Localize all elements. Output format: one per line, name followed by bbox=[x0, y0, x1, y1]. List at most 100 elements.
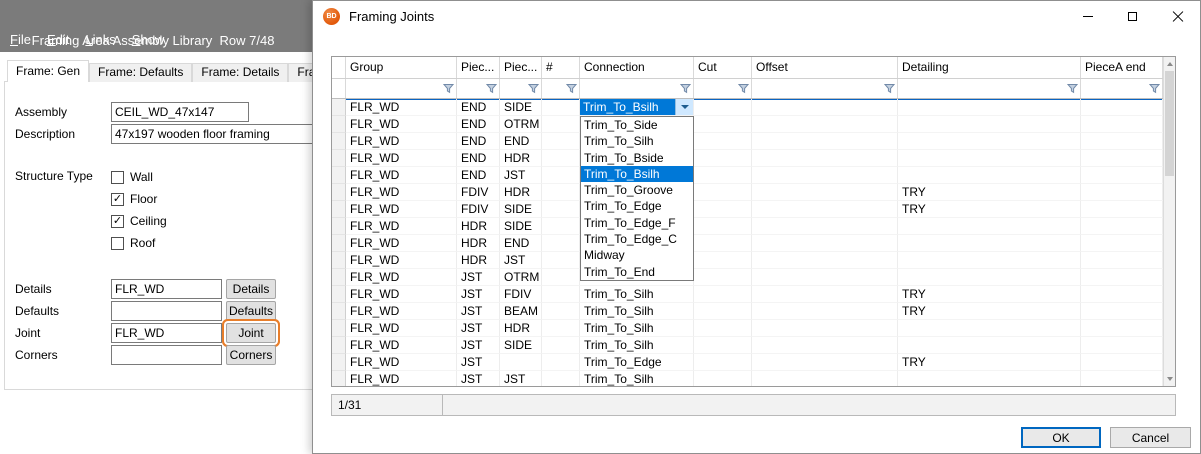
menu-item-file[interactable]: File bbox=[2, 32, 39, 47]
connection-combobox[interactable]: Trim_To_Bsilh bbox=[580, 99, 694, 116]
cell-piece2[interactable]: SIDE bbox=[500, 201, 542, 218]
details-input[interactable] bbox=[111, 279, 222, 299]
filter-cell-cut[interactable] bbox=[694, 79, 752, 98]
vertical-scrollbar[interactable] bbox=[1163, 57, 1175, 386]
cell-group[interactable]: FLR_WD bbox=[346, 218, 457, 235]
cell-piecea-end[interactable] bbox=[1081, 303, 1163, 320]
row-header[interactable] bbox=[332, 116, 346, 133]
filter-cell-piece2[interactable] bbox=[500, 79, 542, 98]
cell-connection[interactable]: Trim_To_Edge bbox=[580, 354, 694, 371]
cell-piece1[interactable]: END bbox=[457, 150, 500, 167]
cell-offset[interactable] bbox=[752, 235, 898, 252]
row-header[interactable] bbox=[332, 303, 346, 320]
column-header-connection[interactable]: Connection bbox=[580, 57, 694, 78]
cell-cut[interactable] bbox=[694, 286, 752, 303]
grid-row[interactable]: FLR_WDHDRSIDE bbox=[332, 218, 1163, 235]
cell-group[interactable]: FLR_WD bbox=[346, 150, 457, 167]
cell-group[interactable]: FLR_WD bbox=[346, 99, 457, 116]
cell-number[interactable] bbox=[542, 286, 580, 303]
column-header-group[interactable]: Group bbox=[346, 57, 457, 78]
cell-cut[interactable] bbox=[694, 252, 752, 269]
checkbox-box[interactable]: ✓ bbox=[111, 193, 124, 206]
row-header[interactable] bbox=[332, 337, 346, 354]
cell-offset[interactable] bbox=[752, 320, 898, 337]
cell-offset[interactable] bbox=[752, 354, 898, 371]
cell-number[interactable] bbox=[542, 116, 580, 133]
cell-group[interactable]: FLR_WD bbox=[346, 252, 457, 269]
tab-frame-gen[interactable]: Frame: Gen bbox=[7, 60, 89, 82]
cell-detailing[interactable] bbox=[898, 320, 1081, 337]
cell-number[interactable] bbox=[542, 150, 580, 167]
cell-group[interactable]: FLR_WD bbox=[346, 184, 457, 201]
cell-cut[interactable] bbox=[694, 303, 752, 320]
dropdown-item-trim-to-bsilh[interactable]: Trim_To_Bsilh bbox=[581, 166, 693, 182]
row-header[interactable] bbox=[332, 269, 346, 286]
cell-piecea-end[interactable] bbox=[1081, 235, 1163, 252]
cell-group[interactable]: FLR_WD bbox=[346, 303, 457, 320]
checkbox-roof[interactable]: Roof bbox=[111, 232, 167, 254]
cell-piece1[interactable]: END bbox=[457, 133, 500, 150]
cell-offset[interactable] bbox=[752, 99, 898, 116]
grid-row[interactable]: FLR_WDJSTOTRM bbox=[332, 269, 1163, 286]
row-header[interactable] bbox=[332, 235, 346, 252]
checkbox-wall[interactable]: Wall bbox=[111, 166, 167, 188]
cell-offset[interactable] bbox=[752, 286, 898, 303]
row-header[interactable] bbox=[332, 184, 346, 201]
grid-row[interactable]: FLR_WDFDIVSIDETRY bbox=[332, 201, 1163, 218]
cell-piece2[interactable]: BEAM bbox=[500, 303, 542, 320]
row-header[interactable] bbox=[332, 201, 346, 218]
grid-row[interactable]: FLR_WDENDSIDETrim_To_Bsilh bbox=[332, 99, 1163, 116]
close-button[interactable] bbox=[1155, 1, 1200, 32]
cell-piecea-end[interactable] bbox=[1081, 167, 1163, 184]
cell-number[interactable] bbox=[542, 99, 580, 116]
cell-cut[interactable] bbox=[694, 235, 752, 252]
cell-piece2[interactable]: HDR bbox=[500, 150, 542, 167]
cell-cut[interactable] bbox=[694, 201, 752, 218]
cell-cut[interactable] bbox=[694, 150, 752, 167]
cell-group[interactable]: FLR_WD bbox=[346, 320, 457, 337]
cell-detailing[interactable] bbox=[898, 269, 1081, 286]
cell-group[interactable]: FLR_WD bbox=[346, 167, 457, 184]
cell-piecea-end[interactable] bbox=[1081, 150, 1163, 167]
checkbox-ceiling[interactable]: ✓Ceiling bbox=[111, 210, 167, 232]
cell-piece1[interactable]: HDR bbox=[457, 252, 500, 269]
cell-piece2[interactable] bbox=[500, 354, 542, 371]
cell-piecea-end[interactable] bbox=[1081, 252, 1163, 269]
filter-funnel-icon[interactable] bbox=[1149, 83, 1160, 94]
cell-detailing[interactable] bbox=[898, 150, 1081, 167]
combo-selected-value[interactable]: Trim_To_Bsilh bbox=[580, 99, 675, 115]
cell-cut[interactable] bbox=[694, 337, 752, 354]
dropdown-item-trim-to-end[interactable]: Trim_To_End bbox=[581, 264, 693, 280]
cell-connection[interactable]: Trim_To_Silh bbox=[580, 303, 694, 320]
cell-number[interactable] bbox=[542, 303, 580, 320]
dialog-titlebar[interactable]: BD Framing Joints bbox=[313, 1, 1200, 32]
filter-cell-detailing[interactable] bbox=[898, 79, 1081, 98]
cell-piecea-end[interactable] bbox=[1081, 99, 1163, 116]
cell-piece1[interactable]: JST bbox=[457, 269, 500, 286]
grid-row[interactable]: FLR_WDJSTBEAMTrim_To_SilhTRY bbox=[332, 303, 1163, 320]
cell-piece2[interactable]: SIDE bbox=[500, 337, 542, 354]
checkbox-box[interactable] bbox=[111, 171, 124, 184]
cell-detailing[interactable] bbox=[898, 99, 1081, 116]
filter-funnel-icon[interactable] bbox=[738, 83, 749, 94]
cell-offset[interactable] bbox=[752, 371, 898, 386]
cell-piecea-end[interactable] bbox=[1081, 133, 1163, 150]
cell-number[interactable] bbox=[542, 218, 580, 235]
combo-dropdown-button[interactable] bbox=[675, 99, 693, 115]
cell-detailing[interactable] bbox=[898, 337, 1081, 354]
cell-group[interactable]: FLR_WD bbox=[346, 371, 457, 386]
cell-piecea-end[interactable] bbox=[1081, 201, 1163, 218]
cell-number[interactable] bbox=[542, 320, 580, 337]
cell-piecea-end[interactable] bbox=[1081, 269, 1163, 286]
cell-piecea-end[interactable] bbox=[1081, 371, 1163, 386]
row-header[interactable] bbox=[332, 320, 346, 337]
cell-piece1[interactable]: FDIV bbox=[457, 201, 500, 218]
filter-funnel-icon[interactable] bbox=[680, 83, 691, 94]
cell-piecea-end[interactable] bbox=[1081, 116, 1163, 133]
cell-cut[interactable] bbox=[694, 218, 752, 235]
cell-piece1[interactable]: HDR bbox=[457, 218, 500, 235]
filter-funnel-icon[interactable] bbox=[443, 83, 454, 94]
row-header[interactable] bbox=[332, 218, 346, 235]
row-header[interactable] bbox=[332, 133, 346, 150]
row-header[interactable] bbox=[332, 371, 346, 386]
